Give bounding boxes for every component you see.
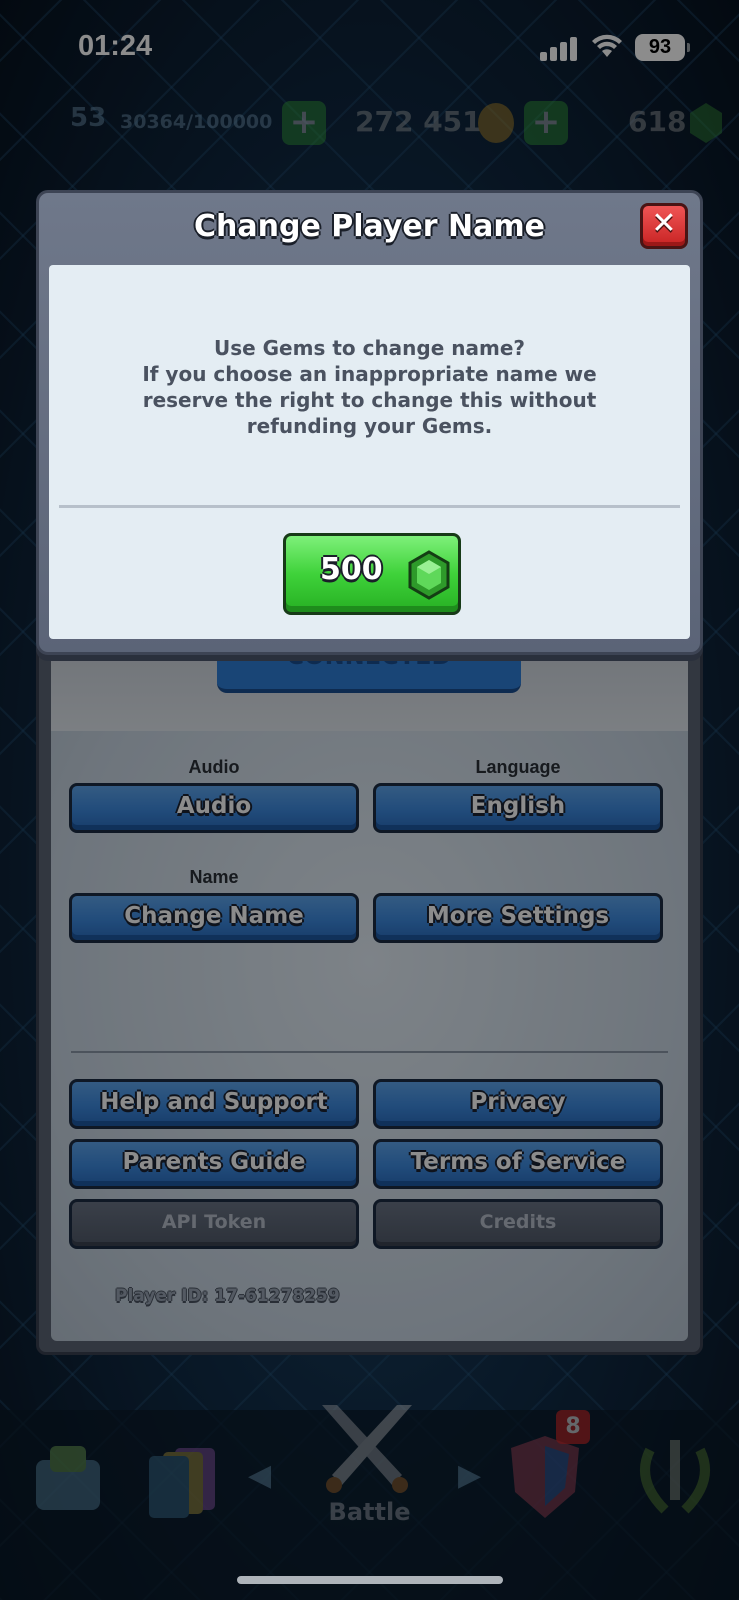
gem-icon xyxy=(408,550,450,600)
message-line: Use Gems to change name? xyxy=(213,336,526,360)
dialog-body: Use Gems to change name? If you choose a… xyxy=(49,265,690,639)
home-indicator xyxy=(237,1576,503,1584)
gem-price: 500 xyxy=(320,552,383,587)
message-line: refunding your Gems. xyxy=(246,414,493,438)
dialog-title: Change Player Name xyxy=(194,209,545,244)
close-button[interactable]: ✕ xyxy=(640,203,688,249)
dialog-divider xyxy=(59,505,680,508)
pay-gems-button[interactable]: 500 xyxy=(283,533,461,615)
message-line: If you choose an inappropriate name we xyxy=(142,362,597,386)
dialog-message: Use Gems to change name? If you choose a… xyxy=(69,335,670,439)
change-name-dialog: Change Player Name ✕ Use Gems to change … xyxy=(36,190,703,655)
message-line: reserve the right to change this without xyxy=(142,388,597,412)
